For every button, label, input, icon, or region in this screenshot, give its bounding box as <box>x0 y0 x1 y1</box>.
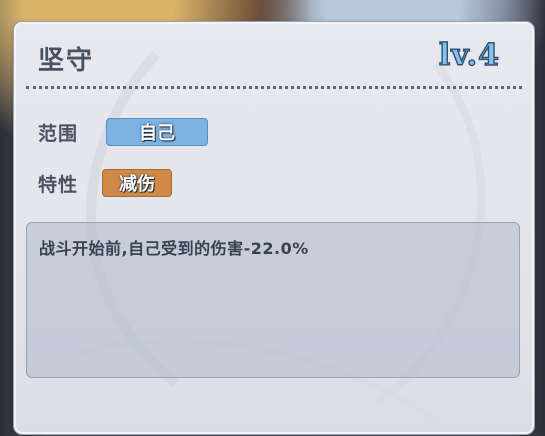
trait-row: 特性 减伤 <box>38 169 172 197</box>
skill-level: lv.4 <box>438 37 500 73</box>
range-row: 范围 自己 <box>38 118 208 146</box>
skill-name: 坚守 <box>38 46 95 76</box>
range-label: 范围 <box>38 122 79 145</box>
range-tag: 自己 <box>106 118 208 146</box>
description-text: 战斗开始前,自己受到的伤害-22.0% <box>39 239 309 258</box>
trait-tag: 减伤 <box>102 169 172 197</box>
skill-info-card: 坚守 lv.4 范围 自己 特性 减伤 战斗开始前,自己受到的伤害-22.0% <box>14 22 534 434</box>
header-divider <box>26 86 522 89</box>
trait-label: 特性 <box>38 173 79 196</box>
description-box: 战斗开始前,自己受到的伤害-22.0% <box>26 222 520 378</box>
